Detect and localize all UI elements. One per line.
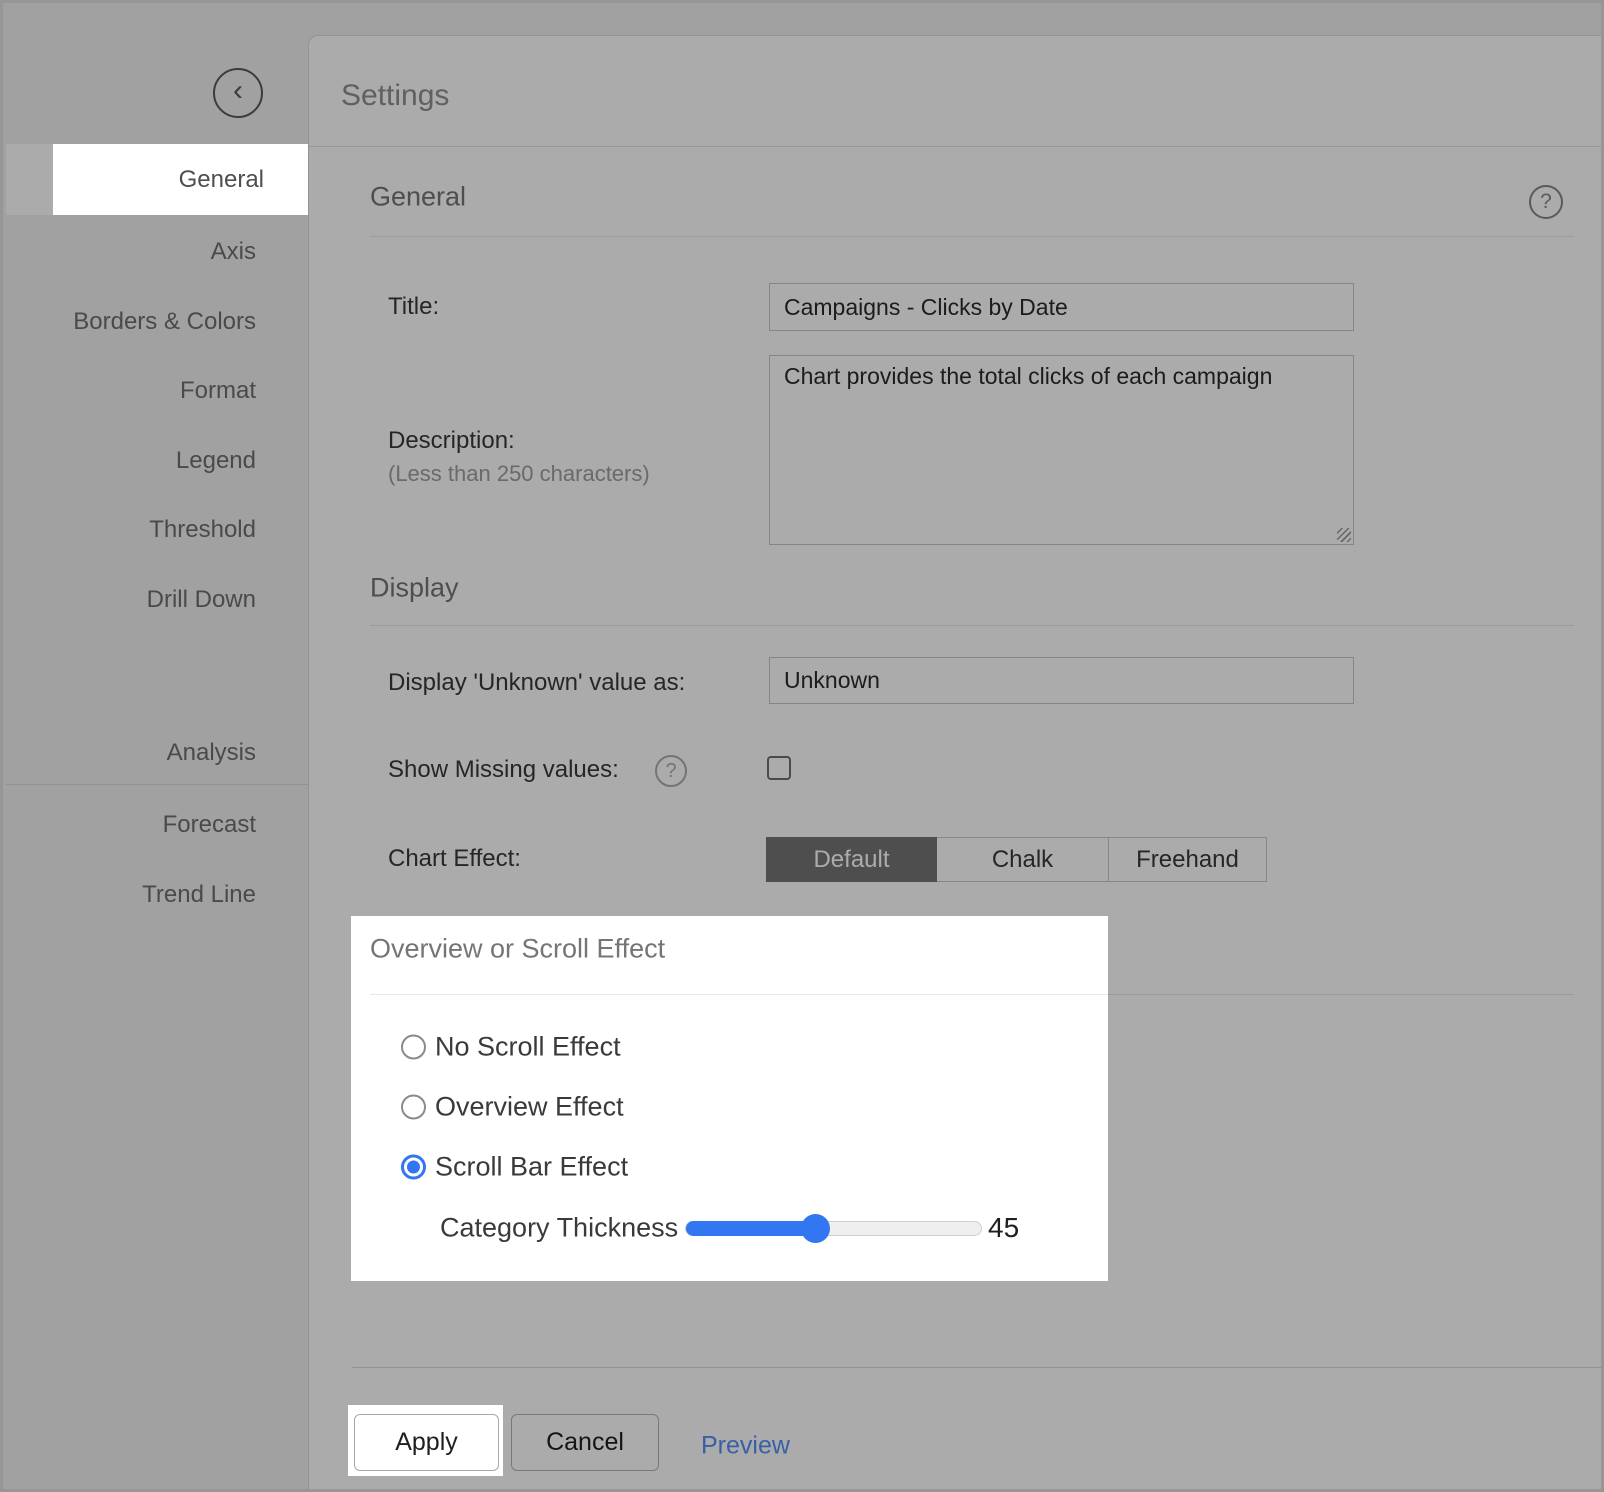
- category-thickness-slider[interactable]: [685, 1221, 982, 1236]
- description-textarea[interactable]: [769, 355, 1354, 545]
- settings-dialog: ‹ General Axis Borders & Colors Format L…: [0, 0, 1604, 1492]
- radio-overview-effect[interactable]: Overview Effect: [401, 1092, 624, 1123]
- segment-chalk[interactable]: Chalk: [937, 837, 1109, 882]
- page-title: Settings: [341, 79, 449, 113]
- dim-overlay: [3, 916, 351, 1281]
- radio-label: Scroll Bar Effect: [435, 1152, 628, 1183]
- question-mark-glyph: ?: [665, 760, 676, 783]
- scroll-section-heading: Overview or Scroll Effect: [370, 934, 665, 965]
- cancel-button[interactable]: Cancel: [511, 1414, 659, 1471]
- sidebar-item-forecast[interactable]: Forecast: [40, 811, 300, 839]
- sidebar-item-axis[interactable]: Axis: [40, 238, 300, 266]
- radio-label: Overview Effect: [435, 1092, 624, 1123]
- question-mark-glyph: ?: [1540, 190, 1552, 214]
- display-section-heading: Display: [370, 573, 459, 604]
- general-section-divider: [370, 236, 1574, 237]
- footer-divider: [352, 1367, 1604, 1368]
- show-missing-checkbox[interactable]: [767, 756, 791, 780]
- sidebar-item-general[interactable]: General: [6, 144, 308, 215]
- sidebar-item-format[interactable]: Format: [40, 377, 300, 405]
- show-missing-label: Show Missing values:: [388, 756, 619, 784]
- description-label: Description:: [388, 427, 515, 455]
- description-hint: (Less than 250 characters): [388, 461, 650, 487]
- dim-overlay: [3, 1405, 348, 1476]
- chart-effect-segmented-control: Default Chalk Freehand: [766, 837, 1267, 882]
- title-label: Title:: [388, 293, 439, 321]
- sidebar-item-borders-colors[interactable]: Borders & Colors: [40, 308, 300, 336]
- radio-icon: [401, 1095, 426, 1120]
- unknown-value-label: Display 'Unknown' value as:: [388, 669, 685, 697]
- help-icon[interactable]: ?: [1529, 185, 1563, 219]
- radio-no-scroll-effect[interactable]: No Scroll Effect: [401, 1032, 621, 1063]
- radio-label: No Scroll Effect: [435, 1032, 621, 1063]
- missing-values-help-icon[interactable]: ?: [655, 755, 687, 787]
- category-thickness-value: 45: [988, 1212, 1019, 1244]
- unknown-value-input[interactable]: [769, 657, 1354, 704]
- settings-panel: Settings General ? Title: Description: (…: [308, 35, 1604, 1492]
- chart-effect-label: Chart Effect:: [388, 845, 521, 873]
- segment-freehand[interactable]: Freehand: [1109, 837, 1267, 882]
- header-divider: [309, 146, 1604, 147]
- slider-thumb[interactable]: [801, 1214, 830, 1243]
- apply-button[interactable]: Apply: [354, 1414, 499, 1471]
- display-section-divider: [370, 625, 1574, 626]
- category-thickness-label: Category Thickness: [440, 1213, 678, 1244]
- title-input[interactable]: [769, 283, 1354, 331]
- sidebar-item-drill-down[interactable]: Drill Down: [40, 586, 300, 614]
- preview-link[interactable]: Preview: [701, 1432, 790, 1461]
- scroll-section-divider: [370, 994, 1574, 995]
- chevron-left-icon: ‹: [233, 76, 243, 106]
- back-button[interactable]: ‹: [213, 68, 263, 118]
- sidebar-divider: [6, 784, 308, 785]
- slider-fill: [686, 1221, 818, 1236]
- sidebar-section-analysis: Analysis: [40, 739, 300, 767]
- segment-default[interactable]: Default: [766, 837, 937, 882]
- radio-scroll-bar-effect[interactable]: Scroll Bar Effect: [401, 1152, 628, 1183]
- radio-icon: [401, 1035, 426, 1060]
- sidebar-item-trend-line[interactable]: Trend Line: [40, 881, 300, 909]
- general-section-heading: General: [370, 182, 466, 213]
- sidebar-item-legend[interactable]: Legend: [40, 447, 300, 475]
- sidebar-item-label: General: [179, 166, 264, 194]
- radio-selected-icon: [401, 1155, 426, 1180]
- sidebar-item-threshold[interactable]: Threshold: [40, 516, 300, 544]
